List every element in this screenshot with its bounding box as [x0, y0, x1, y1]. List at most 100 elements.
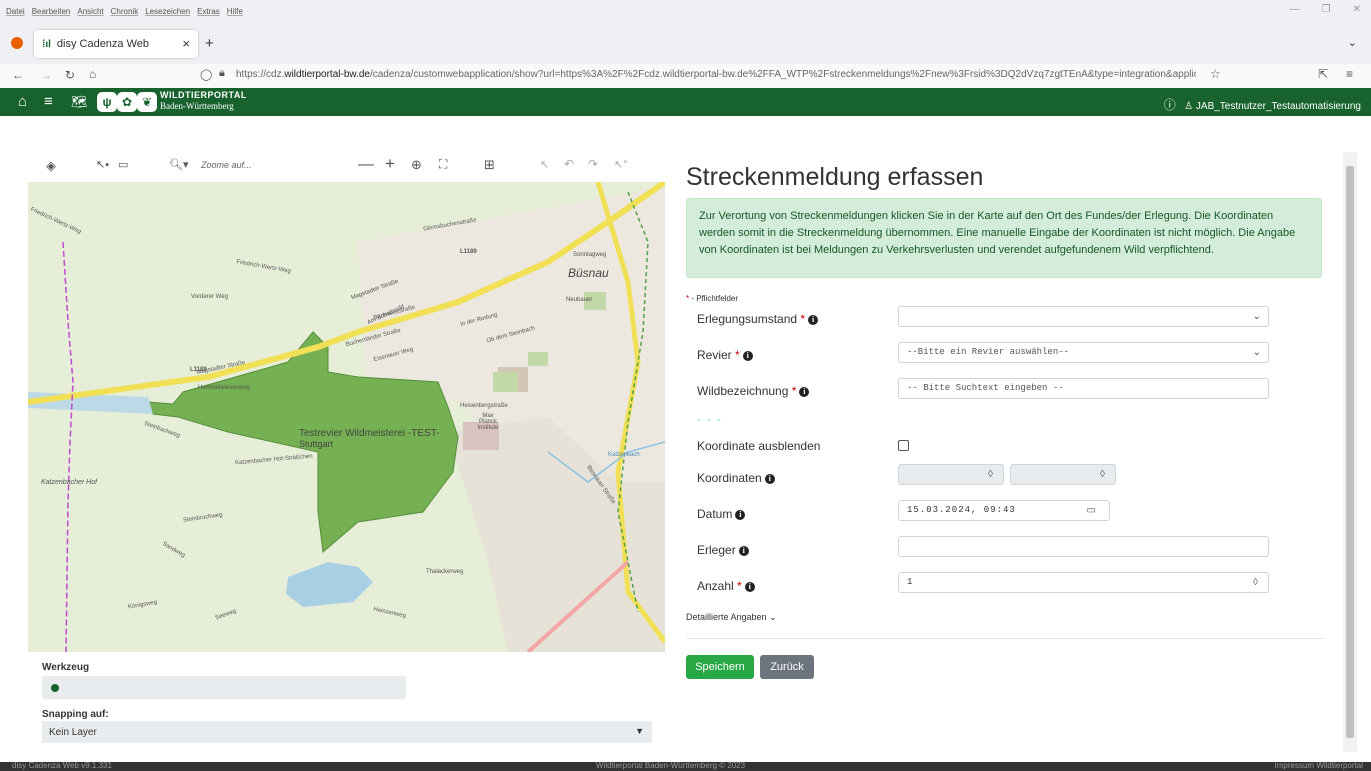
- map-label-hummelwiesen: Hummelwiesenweg: [198, 385, 251, 391]
- coord-y-input: ◊: [1010, 464, 1116, 485]
- map-label-thalacker: Thalackerweg: [426, 569, 464, 575]
- label-anzahl: Anzahl * i: [697, 579, 755, 593]
- bookmark-star-icon[interactable]: ☆: [1210, 67, 1221, 81]
- calendar-icon[interactable]: ▭: [1087, 505, 1097, 516]
- logo-leaf-icon: ❦: [137, 92, 157, 112]
- map-label-revier: Testrevier Wildmeisterei -TEST-: [299, 428, 440, 439]
- required-star: *: [735, 348, 740, 362]
- shield-icon[interactable]: ◯: [200, 68, 212, 81]
- label-hide-coord: Koordinate ausblenden: [697, 439, 821, 453]
- menu-ansicht[interactable]: Ansicht: [77, 7, 103, 16]
- spinner-icon[interactable]: ◊: [1253, 577, 1258, 588]
- snapping-select[interactable]: Kein Layer ▼: [42, 721, 652, 743]
- search-icon[interactable]: 🔍︎▾: [169, 158, 189, 171]
- hide-coord-checkbox[interactable]: [898, 440, 909, 451]
- hamburger-icon[interactable]: ≡: [44, 93, 53, 110]
- page-scrollbar[interactable]: [1343, 152, 1357, 752]
- app-menu-icon[interactable]: ≡: [1346, 67, 1353, 81]
- fullscreen-icon[interactable]: ⛶: [439, 157, 447, 172]
- url-host: wildtierportal-bw.de: [284, 69, 370, 80]
- info-icon[interactable]: i: [799, 386, 810, 397]
- edit-pointer-icon[interactable]: ↖°: [614, 158, 628, 171]
- menu-chronik[interactable]: Chronik: [111, 7, 139, 16]
- scroll-thumb[interactable]: [1346, 166, 1354, 738]
- forward-icon[interactable]: →: [40, 68, 52, 82]
- menu-hilfe[interactable]: Hilfe: [227, 7, 243, 16]
- zoom-search-input[interactable]: Zoome auf...: [201, 160, 252, 170]
- detail-toggle[interactable]: Detaillierte Angaben ⌄: [686, 612, 777, 623]
- home-icon[interactable]: ⌂: [89, 67, 96, 81]
- map-svg: [28, 182, 665, 652]
- detail-label: Detaillierte Angaben: [686, 612, 767, 622]
- new-tab-icon[interactable]: +: [205, 35, 214, 52]
- list-tabs-icon[interactable]: ⌄: [1348, 36, 1357, 49]
- close-window-icon[interactable]: ✕: [1353, 4, 1361, 15]
- erlegungsumstand-select[interactable]: ⌄: [898, 306, 1269, 327]
- firefox-icon[interactable]: [11, 37, 23, 49]
- measure-icon[interactable]: ▭: [118, 158, 128, 171]
- menu-datei[interactable]: Datei: [6, 7, 25, 16]
- lake: [286, 562, 373, 607]
- anzahl-input[interactable]: 1 ◊: [898, 572, 1269, 593]
- layers-icon[interactable]: ◈: [46, 158, 56, 174]
- datum-input[interactable]: 15.03.2024, 09:43 ▭: [898, 500, 1110, 521]
- url-bar[interactable]: https://cdz.wildtierportal-bw.de/cadenza…: [236, 69, 1196, 80]
- info-icon[interactable]: i: [808, 314, 819, 325]
- zoom-out-icon[interactable]: —: [358, 156, 374, 174]
- menu-lesezeichen[interactable]: Lesezeichen: [145, 7, 190, 16]
- separator-dashes: - - -: [697, 415, 723, 426]
- label-text: Erlegungsumstand: [697, 312, 798, 326]
- close-tab-icon[interactable]: ×: [182, 36, 190, 51]
- map-icon[interactable]: 🗺︎: [71, 94, 88, 110]
- minimize-icon[interactable]: —: [1290, 4, 1300, 15]
- pointer-icon[interactable]: ↖: [540, 158, 549, 171]
- zoom-extent-icon[interactable]: ⊕: [411, 157, 422, 173]
- info-icon[interactable]: i: [744, 581, 755, 592]
- sportfield-1: [528, 352, 548, 366]
- select-info-icon[interactable]: ↖▪: [96, 158, 109, 171]
- zoom-in-icon[interactable]: +: [385, 154, 395, 174]
- input-placeholder: -- Bitte Suchtext eingeben --: [907, 383, 1064, 393]
- required-note-text: - Pflichtfelder: [689, 294, 739, 303]
- snapping-label: Snapping auf:: [42, 709, 109, 720]
- back-button[interactable]: Zurück: [760, 655, 814, 679]
- revier-select[interactable]: --Bitte ein Revier auswählen-- ⌄: [898, 342, 1269, 363]
- info-icon[interactable]: i: [738, 545, 749, 556]
- info-icon[interactable]: i: [742, 350, 753, 361]
- extensions-icon[interactable]: ⇱: [1318, 67, 1328, 81]
- redo-icon[interactable]: ↷: [588, 157, 598, 171]
- restore-icon[interactable]: ❐: [1322, 4, 1331, 15]
- undo-icon[interactable]: ↶: [564, 157, 574, 171]
- tool-point-icon[interactable]: [51, 684, 59, 692]
- back-icon[interactable]: ←: [12, 68, 24, 82]
- menu-bearbeiten[interactable]: Bearbeiten: [32, 7, 71, 16]
- spinner-icon: ◊: [988, 469, 993, 480]
- cadenza-favicon: ⁞ıl: [42, 38, 51, 50]
- map-canvas[interactable]: Friedrich-Wertz-Weg Friedrich-Wertz-Weg …: [28, 182, 665, 652]
- home-nav-icon[interactable]: ⌂: [18, 93, 27, 110]
- label-revier: Revier * i: [697, 348, 753, 362]
- select-value: --Bitte ein Revier auswählen--: [907, 347, 1070, 357]
- browser-tab[interactable]: ⁞ıl disy Cadenza Web ×: [34, 30, 198, 58]
- user-area: ⓘ ♙ JAB_Testnutzer_Testautomatisierung: [1164, 96, 1361, 113]
- map-label-katzenbach: Katzenbach: [608, 452, 640, 458]
- save-button[interactable]: Speichern: [686, 655, 754, 679]
- footer-impressum[interactable]: Impressum Wildtierportal: [1275, 761, 1363, 770]
- reload-icon[interactable]: ↻: [65, 68, 75, 82]
- label-erleger: Erleger i: [697, 543, 749, 557]
- menu-extras[interactable]: Extras: [197, 7, 220, 16]
- info-icon[interactable]: i: [764, 473, 775, 484]
- map-add-icon[interactable]: ⊞: [484, 157, 495, 173]
- lock-icon[interactable]: 🔒︎: [219, 67, 225, 80]
- wild-input[interactable]: -- Bitte Suchtext eingeben --: [898, 378, 1269, 399]
- map-label-l1189: L1189: [460, 249, 477, 255]
- portal-subtitle: Baden-Württemberg: [160, 101, 234, 111]
- label-erlegungsumstand: Erlegungsumstand * i: [697, 312, 819, 326]
- erleger-input[interactable]: [898, 536, 1269, 557]
- help-icon[interactable]: ⓘ: [1164, 98, 1176, 112]
- tab-title: disy Cadenza Web: [56, 38, 150, 50]
- user-icon[interactable]: ♙: [1184, 101, 1193, 112]
- user-name[interactable]: JAB_Testnutzer_Testautomatisierung: [1196, 101, 1361, 112]
- info-icon[interactable]: i: [735, 509, 746, 520]
- werkzeug-box: [42, 676, 406, 699]
